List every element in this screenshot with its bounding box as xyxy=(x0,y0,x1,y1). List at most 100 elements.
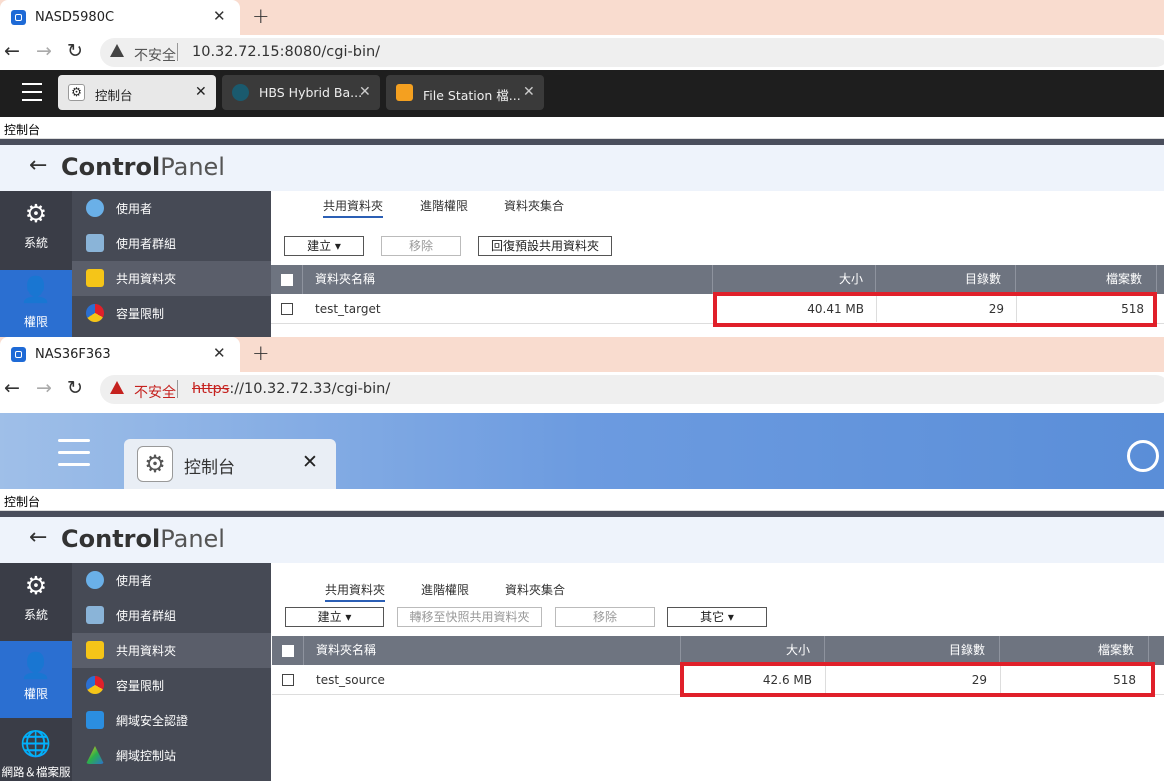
back-arrow-icon[interactable]: ← xyxy=(29,525,47,550)
url-field[interactable]: 不安全 https://10.32.72.33/cgi-bin/ xyxy=(100,375,1164,404)
col-header-size[interactable]: 大小 xyxy=(681,636,825,665)
col-header-files[interactable]: 檔案數 xyxy=(1016,265,1157,294)
control-panel-header: ← ControlPanel xyxy=(0,145,1164,191)
create-button[interactable]: 建立 ▾ xyxy=(285,607,384,627)
reload-icon[interactable]: ↻ xyxy=(67,377,83,399)
sub-nav: 使用者 使用者群組 共用資料夾 容量限制 xyxy=(72,191,271,337)
page-title: ControlPanel xyxy=(61,525,225,553)
tab-advanced-permissions[interactable]: 進階權限 xyxy=(420,197,468,214)
qnap-favicon-icon xyxy=(11,347,26,362)
col-header-dirs[interactable]: 目錄數 xyxy=(876,265,1016,294)
reload-icon[interactable]: ↻ xyxy=(67,40,83,62)
user-group-icon xyxy=(86,234,104,252)
browser-tabstrip: NAS36F363 ✕ + xyxy=(0,337,1164,372)
col-header-name[interactable]: 資料夾名稱 xyxy=(304,636,681,665)
quota-icon xyxy=(86,676,104,694)
url-field[interactable]: 不安全 10.32.72.15:8080/cgi-bin/ xyxy=(100,38,1164,67)
sub-nav-label: 網域安全認證 xyxy=(116,714,189,728)
search-icon[interactable] xyxy=(1127,440,1159,472)
sub-nav-item-users[interactable]: 使用者 xyxy=(72,563,271,598)
security-label: 不安全 xyxy=(134,385,176,401)
app-tab-label: 控制台 xyxy=(184,458,235,478)
new-tab-icon[interactable]: + xyxy=(252,341,270,365)
col-header-files[interactable]: 檔案數 xyxy=(1000,636,1149,665)
app-tab-hbs[interactable]: HBS Hybrid Ba... ✕ xyxy=(222,75,380,110)
tab-folder-aggregation[interactable]: 資料夾集合 xyxy=(505,581,565,598)
highlight-box xyxy=(713,292,1157,327)
close-icon[interactable]: ✕ xyxy=(359,84,371,100)
hamburger-menu-icon[interactable] xyxy=(58,439,92,469)
hamburger-menu-icon[interactable] xyxy=(22,83,44,103)
col-header-dirs[interactable]: 目錄數 xyxy=(825,636,1000,665)
browser-tab[interactable]: NAS36F363 ✕ xyxy=(0,337,240,372)
sub-nav-item-shared-folders[interactable]: 共用資料夾 xyxy=(72,261,271,296)
browser-tab-title: NASD5980C xyxy=(35,10,115,25)
row-checkbox[interactable] xyxy=(282,674,294,686)
sub-nav-item-user-groups[interactable]: 使用者群組 xyxy=(72,226,271,261)
window-title-strip: 控制台 xyxy=(0,117,1164,139)
close-icon[interactable]: ✕ xyxy=(195,84,207,100)
tab-shared-folders[interactable]: 共用資料夾 xyxy=(325,581,386,602)
window-title-strip: 控制台 xyxy=(0,489,1164,511)
url-text: 10.32.72.15:8080/cgi-bin/ xyxy=(192,44,381,60)
address-bar: ← → ↻ 不安全 https://10.32.72.33/cgi-bin/ xyxy=(0,372,1164,407)
close-tab-icon[interactable]: ✕ xyxy=(213,7,226,25)
url-text: https://10.32.72.33/cgi-bin/ xyxy=(192,381,391,397)
sub-nav-item-domain-security[interactable]: 網域安全認證 xyxy=(72,703,271,738)
sub-nav-label: 網域控制站 xyxy=(116,749,177,763)
convert-snapshot-button[interactable]: 轉移至快照共用資料夾 xyxy=(397,607,542,627)
qnap-favicon-icon xyxy=(11,10,26,25)
warning-icon xyxy=(110,44,124,57)
nav-item-network-file-services[interactable]: 🌐 網路＆檔案服務 xyxy=(0,719,72,781)
select-all-cell xyxy=(272,636,304,665)
sub-nav-label: 容量限制 xyxy=(116,307,165,321)
sub-nav-label: 共用資料夾 xyxy=(116,272,177,286)
forward-arrow-icon[interactable]: → xyxy=(36,40,52,62)
sub-nav-item-quota[interactable]: 容量限制 xyxy=(72,668,271,703)
close-tab-icon[interactable]: ✕ xyxy=(213,344,226,362)
sub-nav-label: 共用資料夾 xyxy=(116,644,177,658)
remove-button[interactable]: 移除 xyxy=(381,236,461,256)
back-arrow-icon[interactable]: ← xyxy=(29,153,47,178)
sub-nav-label: 使用者 xyxy=(116,202,153,216)
back-arrow-icon[interactable]: ← xyxy=(4,377,20,399)
divider xyxy=(1000,666,1001,693)
nav-item-system[interactable]: ⚙ 系統 xyxy=(0,563,72,640)
nav-item-system[interactable]: ⚙ 系統 xyxy=(0,191,72,268)
select-all-checkbox[interactable] xyxy=(281,274,293,286)
sub-nav-item-quota[interactable]: 容量限制 xyxy=(72,296,271,331)
close-icon[interactable]: ✕ xyxy=(523,84,535,100)
row-checkbox[interactable] xyxy=(281,303,293,315)
address-bar: ← → ↻ 不安全 10.32.72.15:8080/cgi-bin/ xyxy=(0,35,1164,70)
browser-tab[interactable]: NASD5980C ✕ xyxy=(0,0,240,35)
forward-arrow-icon[interactable]: → xyxy=(36,377,52,399)
nav-item-privilege[interactable]: 👤 權限 xyxy=(0,641,72,718)
divider xyxy=(1016,296,1017,322)
tab-folder-aggregation[interactable]: 資料夾集合 xyxy=(504,197,564,214)
app-tab-control-panel[interactable]: ⚙ 控制台 ✕ xyxy=(58,75,216,110)
sub-nav-item-users[interactable]: 使用者 xyxy=(72,191,271,226)
divider xyxy=(177,380,178,398)
nav-item-privilege[interactable]: 👤 權限 xyxy=(0,270,72,337)
divider xyxy=(825,666,826,693)
sub-nav-item-shared-folders[interactable]: 共用資料夾 xyxy=(72,633,271,668)
back-arrow-icon[interactable]: ← xyxy=(4,40,20,62)
create-button[interactable]: 建立 ▾ xyxy=(284,236,364,256)
sub-nav-item-domain-controller[interactable]: 網域控制站 xyxy=(72,738,271,773)
tab-advanced-permissions[interactable]: 進階權限 xyxy=(421,581,469,598)
remove-button[interactable]: 移除 xyxy=(555,607,655,627)
select-all-checkbox[interactable] xyxy=(282,645,294,657)
left-nav: ⚙ 系統 👤 權限 🌐 網路＆檔案服務 xyxy=(0,563,72,781)
new-tab-icon[interactable]: + xyxy=(252,4,270,28)
browser-tab-title: NAS36F363 xyxy=(35,347,111,362)
other-button[interactable]: 其它 ▾ xyxy=(667,607,767,627)
app-tab-control-panel[interactable]: ⚙ 控制台 ✕ xyxy=(124,439,336,489)
col-header-name[interactable]: 資料夾名稱 xyxy=(303,265,713,294)
close-icon[interactable]: ✕ xyxy=(302,451,318,473)
restore-default-button[interactable]: 回復預設共用資料夾 xyxy=(478,236,612,256)
tab-shared-folders[interactable]: 共用資料夾 xyxy=(323,197,384,218)
folder-name: test_source xyxy=(316,673,385,687)
app-tab-file-station[interactable]: File Station 檔... ✕ xyxy=(386,75,544,110)
sub-nav-item-user-groups[interactable]: 使用者群組 xyxy=(72,598,271,633)
col-header-size[interactable]: 大小 xyxy=(713,265,876,294)
